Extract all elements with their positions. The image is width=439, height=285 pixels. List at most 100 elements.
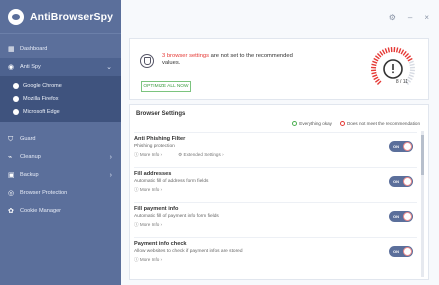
protection-icon: ◎: [8, 189, 15, 197]
setting-row: Fill payment info Automatic fill of paym…: [134, 202, 417, 236]
more-info-label: More Info: [139, 187, 160, 192]
optimize-all-button[interactable]: OPTIMIZE ALL NOW: [141, 81, 191, 92]
gauge-tick: [408, 74, 414, 78]
broom-icon: ⌁: [8, 153, 13, 161]
extended-settings-link[interactable]: ⚙ Extended Settings ›: [178, 152, 224, 158]
sidebar-item-microsoft-edge[interactable]: Microsoft Edge: [0, 105, 121, 118]
warning-count: 3 browser settings: [162, 53, 210, 59]
gauge-tick: [379, 50, 384, 56]
sidebar-item-label: Dashboard: [20, 46, 48, 52]
check-icon: [292, 121, 298, 127]
sidebar-item-guard[interactable]: ⛉ Guard: [0, 130, 121, 148]
setting-toggle[interactable]: ON: [389, 141, 413, 152]
browser-settings-card: Browser Settings Everything okay Does no…: [129, 104, 429, 280]
settings-icon[interactable]: ⚙: [389, 13, 396, 22]
toggle-knob: [403, 142, 412, 151]
more-info-label: More Info: [139, 257, 160, 262]
shield-icon: ⛉: [8, 135, 14, 143]
setting-description: Automatic fill of address form fields: [134, 179, 209, 184]
sidebar-item-cleanup[interactable]: ⌁ Cleanup ›: [0, 148, 121, 166]
sidebar-item-anti-spy[interactable]: ◉ Anti Spy ⌄: [0, 58, 121, 76]
sidebar-item-browser-protection[interactable]: ◎ Browser Protection: [0, 184, 121, 202]
edge-icon: [13, 108, 19, 115]
setting-name: Payment info check: [134, 241, 187, 247]
sidebar-item-label: Cleanup: [20, 154, 41, 160]
sidebar-item-label: Cookie Manager: [20, 208, 62, 214]
more-info-label: More Info: [139, 222, 160, 227]
more-info-link[interactable]: ⓘ More Info ›: [134, 187, 162, 193]
scrollbar[interactable]: [421, 131, 424, 277]
alert-bar: [392, 64, 394, 70]
score-gauge: [371, 47, 415, 86]
setting-toggle[interactable]: ON: [389, 211, 413, 222]
gauge-tick: [371, 71, 377, 75]
more-info-link[interactable]: ⓘ More Info ›: [134, 152, 162, 158]
toggle-state: ON: [393, 214, 399, 219]
setting-toggle[interactable]: ON: [389, 246, 413, 257]
setting-links: ⓘ More Info ›: [134, 257, 162, 263]
firefox-icon: [13, 95, 19, 102]
app-logo: AntiBrowserSpy: [0, 0, 121, 34]
gauge-tick: [398, 48, 402, 54]
gauge-tick: [409, 63, 415, 67]
spy-warning-icon: [140, 54, 154, 68]
sidebar-item-backup[interactable]: ▣ Backup ›: [0, 166, 121, 184]
setting-row: Payment info check Allow websites to che…: [134, 237, 417, 271]
setting-name: Fill addresses: [134, 171, 172, 177]
gauge-tick: [381, 49, 386, 55]
sidebar-item-cookie-manager[interactable]: ✿ Cookie Manager: [0, 202, 121, 220]
sidebar-item-label: Google Chrome: [23, 82, 62, 89]
alert-dot: [392, 71, 394, 74]
setting-links: ⓘ More Info ›: [134, 187, 162, 193]
spy-icon: ◉: [8, 63, 15, 71]
gauge-tick: [408, 60, 414, 64]
gauge-tick: [400, 49, 405, 55]
setting-links: ⓘ More Info › ⚙ Extended Settings ›: [134, 152, 224, 158]
sidebar-item-label: Anti Spy: [20, 64, 41, 70]
sidebar-item-mozilla-firefox[interactable]: Mozilla Firefox: [0, 92, 121, 105]
setting-name: Anti Phishing Filter: [134, 136, 186, 142]
legend-ok-label: Everything okay: [299, 121, 332, 126]
toggle-knob: [403, 212, 412, 221]
more-info-link[interactable]: ⓘ More Info ›: [134, 257, 162, 263]
scrollbar-thumb[interactable]: [421, 135, 424, 175]
legend-ok: Everything okay: [292, 121, 332, 127]
setting-toggle[interactable]: ON: [389, 176, 413, 187]
grid-icon: ▦: [8, 45, 15, 53]
toggle-knob: [403, 177, 412, 186]
gauge-tick: [406, 55, 412, 60]
gauge-tick: [387, 47, 391, 53]
toggle-state: ON: [393, 144, 399, 149]
sidebar-item-label: Backup: [20, 172, 39, 178]
sidebar: AntiBrowserSpy ▦ Dashboard ◉ Anti Spy ⌄ …: [0, 0, 121, 285]
minimize-button[interactable]: –: [408, 13, 412, 22]
gauge-tick: [374, 55, 380, 60]
more-info-link[interactable]: ⓘ More Info ›: [134, 222, 162, 228]
gauge-tick: [409, 71, 415, 75]
close-button[interactable]: ×: [424, 13, 429, 22]
toggle-state: ON: [393, 179, 399, 184]
chevron-right-icon: ›: [109, 171, 112, 179]
setting-name: Fill payment info: [134, 206, 179, 212]
more-info-label: More Info: [139, 152, 160, 157]
gauge-tick: [373, 76, 379, 81]
sidebar-item-dashboard[interactable]: ▦ Dashboard: [0, 40, 121, 58]
gauge-tick: [404, 52, 410, 58]
gauge-tick: [373, 57, 379, 62]
main-panel: ⚙ – × 3 browser settings are not set to …: [121, 0, 439, 285]
setting-row: Fill addresses Automatic fill of address…: [134, 167, 417, 201]
title-bar: ⚙ – ×: [121, 0, 439, 34]
gauge-tick: [407, 76, 413, 81]
warning-card: 3 browser settings are not set to the re…: [129, 38, 429, 100]
sidebar-item-google-chrome[interactable]: Google Chrome: [0, 79, 121, 92]
warning-icon: [339, 121, 345, 127]
legend-bad-label: Does not meet the recommendation: [346, 121, 420, 126]
chevron-right-icon: ›: [109, 153, 112, 161]
gauge-tick: [372, 74, 378, 78]
setting-description: Automatic fill of payment info form fiel…: [134, 214, 219, 219]
setting-description: Phishing protection: [134, 144, 175, 149]
warning-message: 3 browser settings are not set to the re…: [162, 53, 312, 67]
app-name: AntiBrowserSpy: [30, 10, 114, 23]
settings-legend: Everything okay Does not meet the recomm…: [292, 121, 420, 127]
setting-row: Anti Phishing Filter Phishing protection…: [134, 132, 417, 166]
